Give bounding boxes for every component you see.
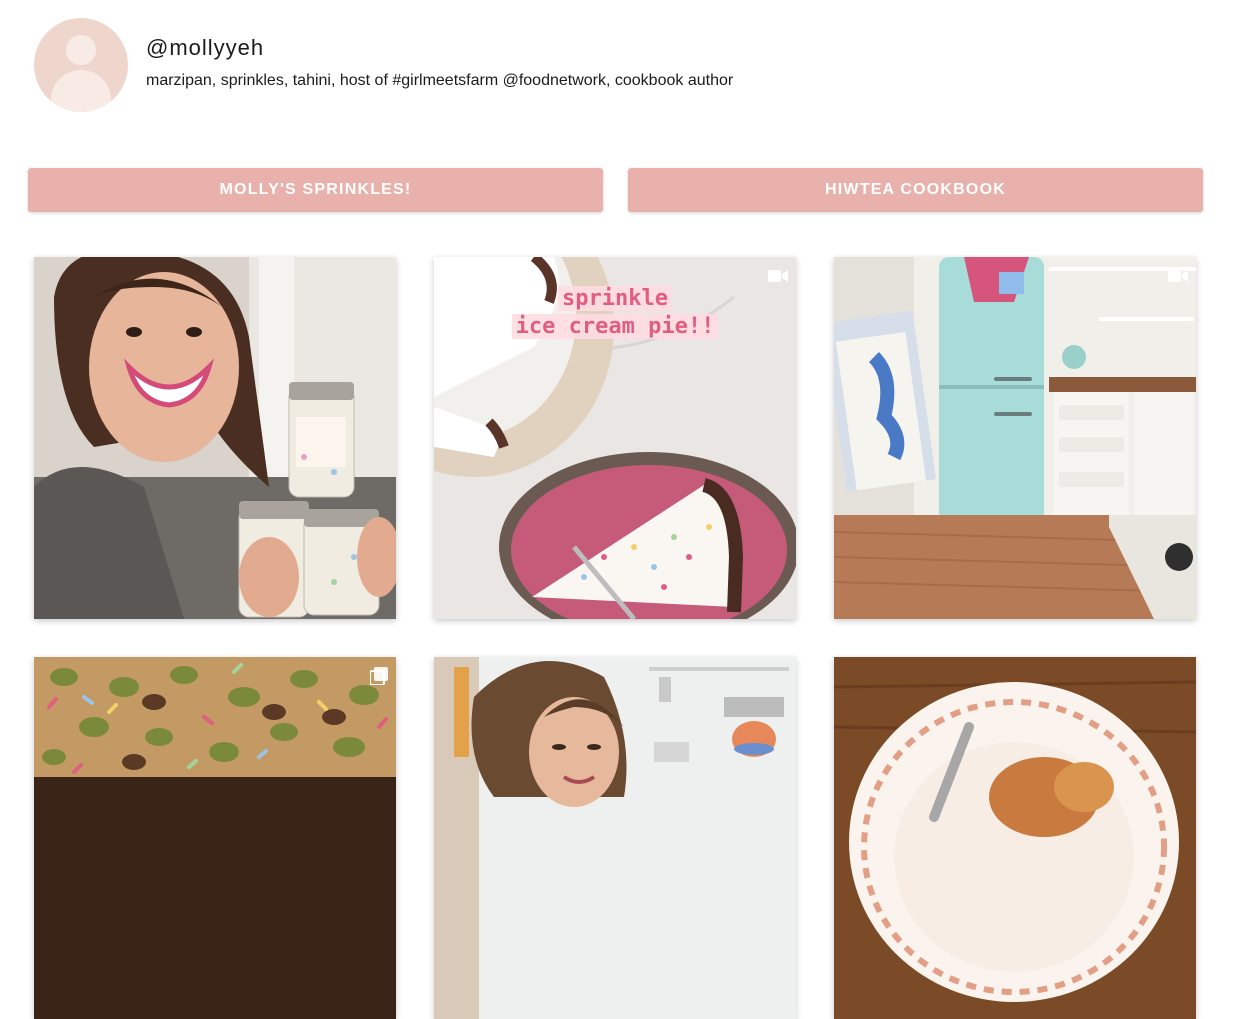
avatar-head-shape bbox=[66, 35, 96, 65]
post-tile[interactable] bbox=[434, 657, 796, 1019]
video-camera-icon bbox=[768, 270, 788, 282]
post-tile[interactable] bbox=[834, 257, 1196, 619]
post-image-sprinkle-granola-bars bbox=[34, 657, 396, 1019]
post-image-plate-on-wooden-table bbox=[834, 657, 1196, 1019]
post-tile[interactable] bbox=[34, 657, 396, 1019]
post-image-woman-in-kitchen bbox=[434, 657, 796, 1019]
profile-bio: marzipan, sprinkles, tahini, host of #gi… bbox=[146, 72, 734, 89]
profile-text: @mollyyeh marzipan, sprinkles, tahini, h… bbox=[146, 18, 733, 91]
profile-header: @mollyyeh marzipan, sprinkles, tahini, h… bbox=[34, 18, 733, 112]
post-tile[interactable]: sprinkle ice cream pie!! bbox=[434, 257, 796, 619]
multiple-photos-icon bbox=[370, 667, 388, 685]
hiwtea-cookbook-link-button[interactable]: HIWTEA COOKBOOK bbox=[628, 168, 1203, 212]
avatar-shoulders-shape bbox=[51, 70, 111, 112]
post-tile[interactable] bbox=[834, 657, 1196, 1019]
video-camera-icon bbox=[1168, 270, 1188, 282]
profile-handle: @mollyyeh bbox=[146, 35, 265, 60]
post-tile[interactable] bbox=[34, 257, 396, 619]
post-image-woman-with-sprinkle-jars bbox=[34, 257, 396, 619]
avatar[interactable] bbox=[34, 18, 128, 112]
post-caption-overlay: sprinkle ice cream pie!! bbox=[434, 285, 796, 341]
mollys-sprinkles-link-button[interactable]: MOLLY'S SPRINKLES! bbox=[28, 168, 603, 212]
post-image-kitchen-with-blue-fridge bbox=[834, 257, 1196, 619]
